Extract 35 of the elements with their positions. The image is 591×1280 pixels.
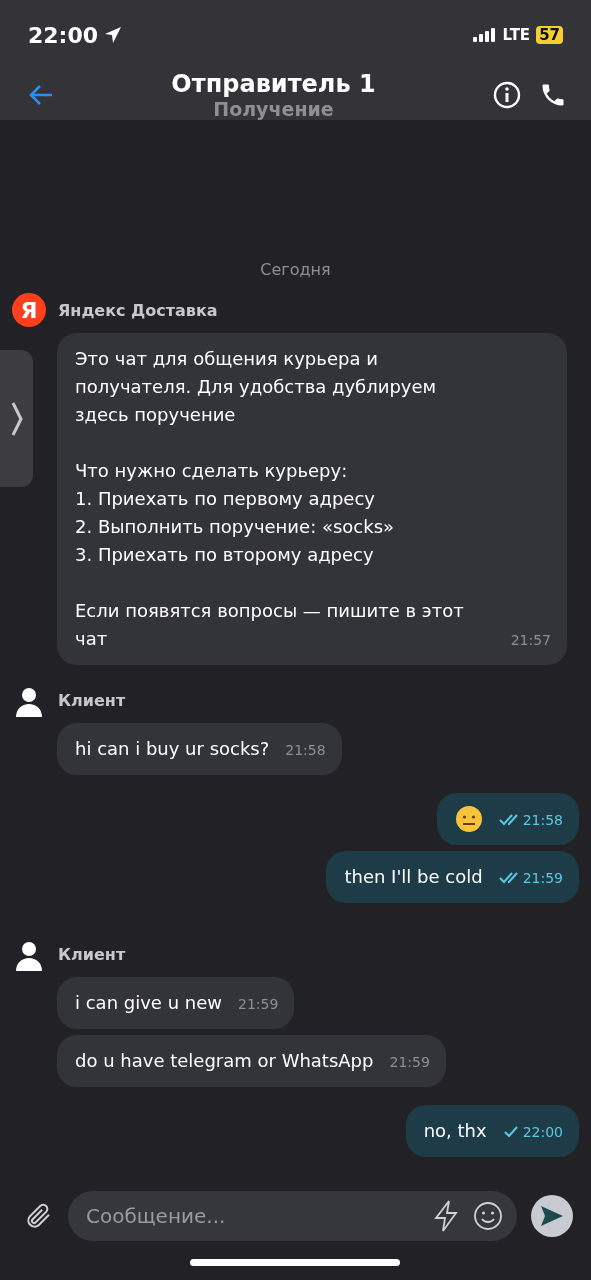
message-text: no, thx bbox=[423, 1119, 487, 1143]
network-label: LTE bbox=[502, 26, 531, 44]
chat-subtitle: Получение bbox=[213, 98, 334, 120]
sender-logo: Я bbox=[12, 293, 46, 327]
emoji-button-icon[interactable] bbox=[473, 1201, 503, 1231]
location-arrow-icon bbox=[104, 26, 123, 44]
message-field[interactable]: Сообщение... bbox=[68, 1191, 517, 1241]
chat-title: Отправитель 1 bbox=[171, 70, 376, 98]
side-panel-handle[interactable] bbox=[0, 350, 33, 487]
info-button[interactable] bbox=[493, 81, 521, 109]
emoji-icon bbox=[454, 805, 483, 833]
sender-name: Клиент bbox=[58, 690, 126, 710]
message-time: 21:59 bbox=[238, 995, 279, 1013]
date-separator: Сегодня bbox=[260, 260, 331, 279]
message-text: hi can i buy ur socks? bbox=[75, 737, 270, 761]
message-text: do u have telegram or WhatsApp bbox=[75, 1049, 374, 1073]
battery-level: 57 bbox=[536, 26, 563, 44]
send-button[interactable] bbox=[531, 1195, 573, 1237]
clock-time: 22:00 bbox=[28, 22, 99, 48]
message-text: then I'll be cold bbox=[344, 865, 483, 889]
message-text: i can give u new bbox=[75, 991, 222, 1015]
message-time: 21:59 bbox=[389, 1053, 430, 1071]
message-time: 21:57 bbox=[510, 631, 551, 649]
back-button[interactable] bbox=[28, 84, 54, 106]
message-time: 21:59 bbox=[522, 869, 563, 887]
sender-name: Яндекс Доставка bbox=[58, 300, 218, 320]
lightning-icon[interactable] bbox=[433, 1200, 459, 1232]
message-input[interactable]: Сообщение... bbox=[84, 1203, 419, 1229]
signal-icon bbox=[472, 28, 497, 42]
message-text: Это чат для общения курьера и получателя. Для удобства дублируем здесь поручение Что нужно сделать курьеру: 1. Приехать по первому адресу 2. Выполнить поручение: «socks» 3. Приехать по второму адресу Если появятся вопросы — пишите в этот чат bbox=[75, 347, 465, 651]
send-icon bbox=[540, 1205, 564, 1227]
message-time: 21:58 bbox=[522, 811, 563, 829]
sender-name: Клиент bbox=[58, 944, 126, 964]
message-time: 22:00 bbox=[522, 1123, 563, 1141]
message-time: 21:58 bbox=[285, 741, 326, 759]
